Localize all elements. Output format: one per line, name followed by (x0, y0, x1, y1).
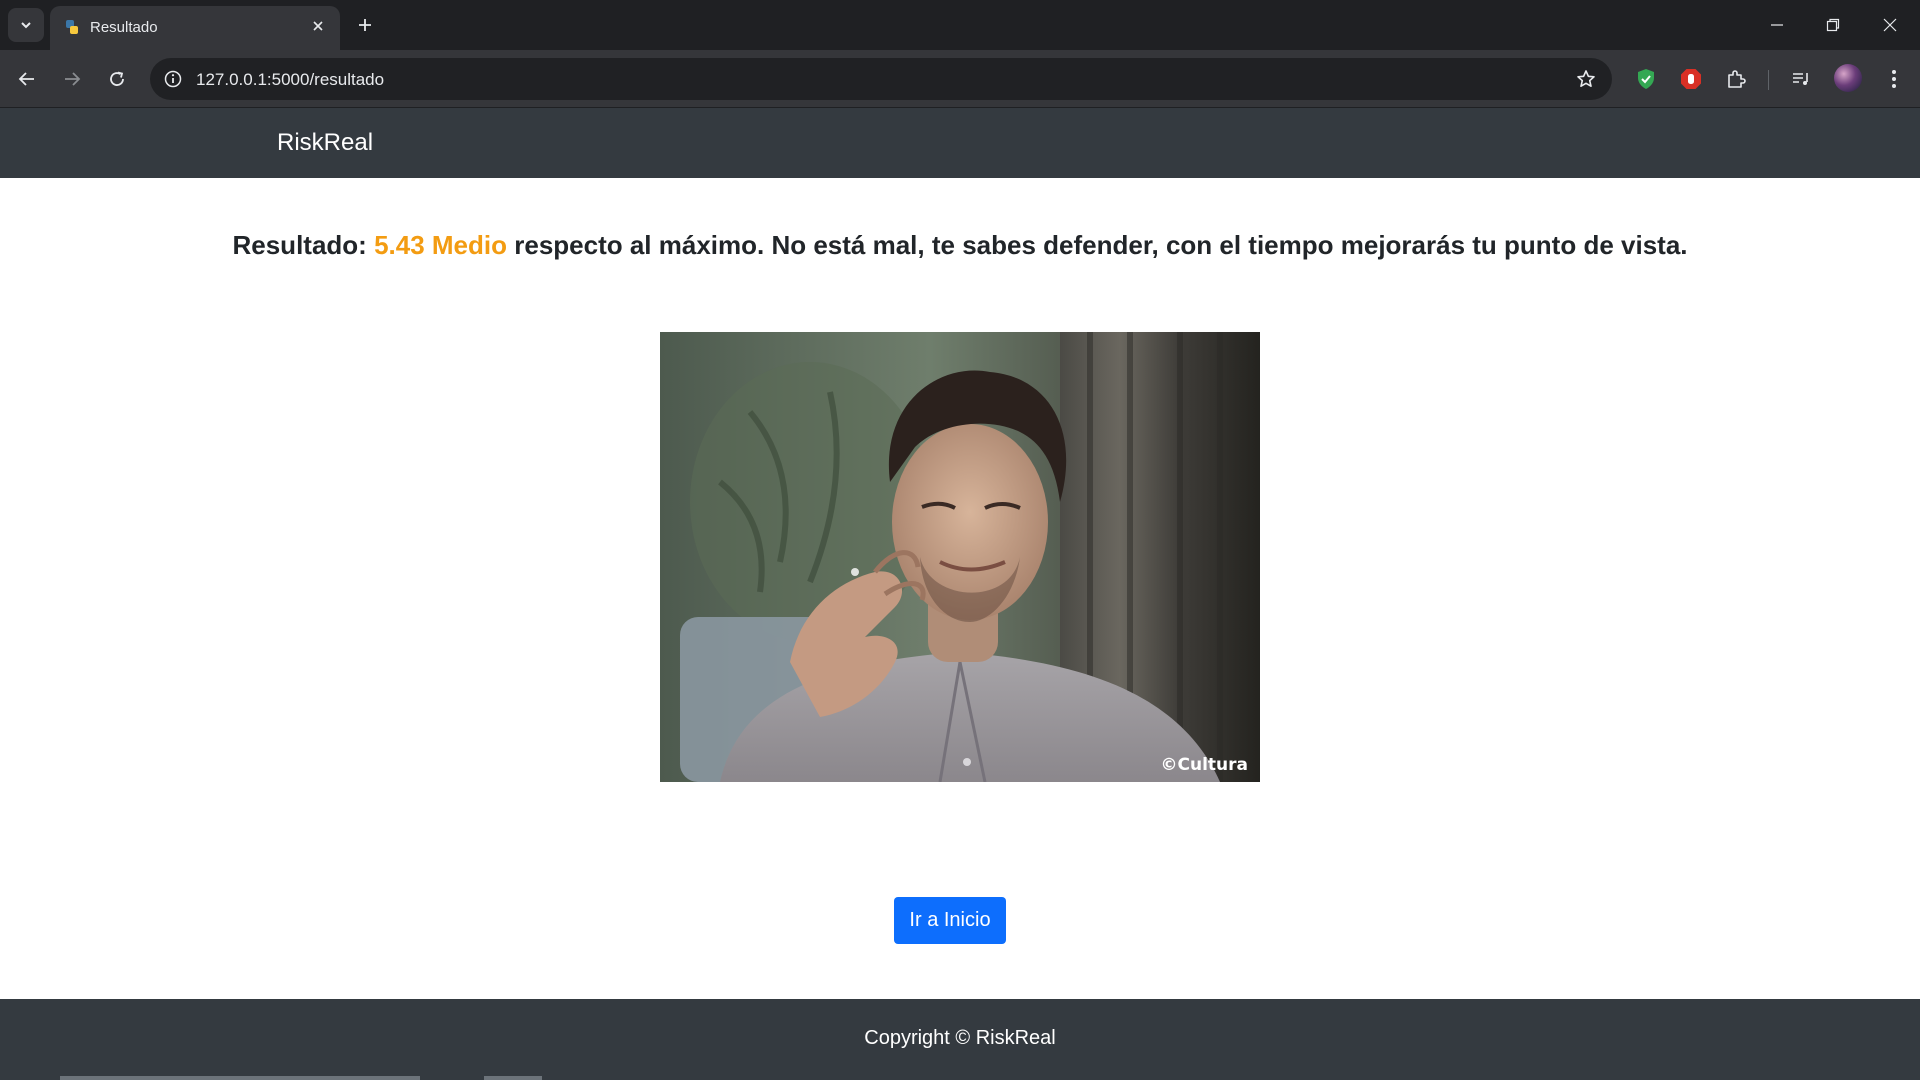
profile-avatar[interactable] (1834, 64, 1862, 92)
python-icon (66, 20, 78, 34)
info-icon[interactable] (160, 66, 186, 92)
address-bar[interactable]: 127.0.0.1:5000/resultado (150, 58, 1612, 100)
image-watermark: ©Cultura (1161, 755, 1249, 775)
url-text[interactable]: 127.0.0.1:5000/resultado (196, 70, 384, 90)
reaction-image: ©Cultura (660, 332, 1260, 782)
close-icon[interactable] (308, 16, 328, 36)
plus-icon[interactable] (352, 12, 378, 38)
result-message: respecto al máximo. No está mal, te sabe… (514, 230, 1688, 260)
chevron-down-icon (21, 22, 31, 29)
brand-logo[interactable]: RiskReal (277, 129, 373, 157)
arrow-left-icon[interactable] (13, 65, 41, 93)
toolbar-divider (1768, 70, 1769, 90)
kebab-menu-icon[interactable] (1880, 65, 1908, 93)
close-window-icon[interactable] (1877, 12, 1903, 38)
browser-tab[interactable]: Resultado (50, 6, 340, 50)
star-icon[interactable] (1574, 67, 1598, 91)
minimize-icon[interactable] (1764, 12, 1790, 38)
horizontal-scrollbar[interactable] (60, 1076, 420, 1080)
scrollbar-thumb[interactable] (484, 1076, 542, 1080)
site-navbar: RiskReal (0, 108, 1920, 178)
media-queue-icon[interactable] (1787, 65, 1815, 93)
reload-icon[interactable] (103, 65, 131, 93)
restore-icon[interactable] (1820, 12, 1846, 38)
puzzle-icon[interactable] (1722, 65, 1750, 93)
tab-search-button[interactable] (8, 8, 44, 42)
copyright-text: Copyright © RiskReal (864, 1027, 1056, 1049)
site-footer: Copyright © RiskReal (0, 999, 1920, 1080)
result-label: Resultado: (232, 230, 367, 260)
result-score: 5.43 Medio (374, 230, 507, 260)
shield-check-icon[interactable] (1632, 65, 1660, 93)
home-button[interactable]: Ir a Inicio (894, 897, 1006, 944)
browser-tabstrip: Resultado (0, 0, 1920, 50)
arrow-right-icon[interactable] (58, 65, 86, 93)
stop-hand-icon[interactable] (1677, 65, 1705, 93)
tab-title: Resultado (90, 19, 158, 36)
result-heading: Resultado: 5.43 Medio respecto al máximo… (0, 230, 1920, 261)
browser-toolbar: 127.0.0.1:5000/resultado (0, 50, 1920, 108)
